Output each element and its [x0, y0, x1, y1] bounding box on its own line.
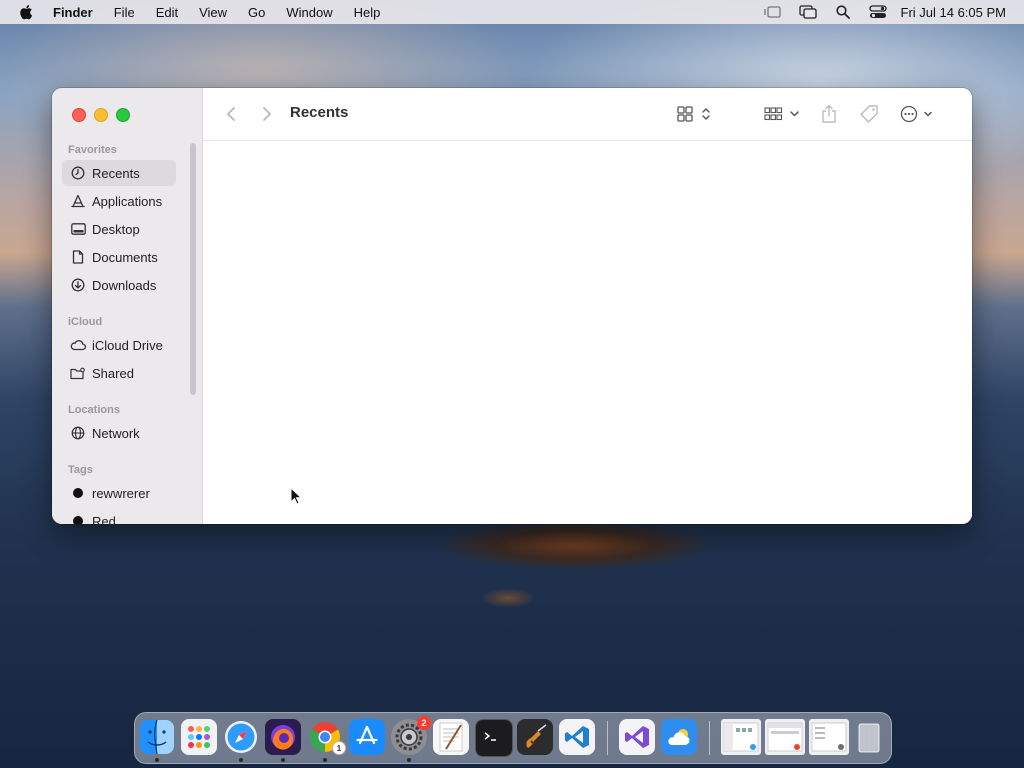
sidebar-item-label: rewwrerer [92, 485, 150, 501]
desktop-icon [70, 221, 86, 237]
sidebar-item-label: iCloud Drive [92, 337, 163, 353]
view-mode-icon[interactable] [675, 103, 715, 125]
document-icon [70, 249, 86, 265]
dock-app-store-icon[interactable] [349, 719, 385, 755]
zoom-window-button[interactable] [116, 108, 130, 122]
dock-visual-studio-icon[interactable] [619, 719, 655, 755]
dock-safari-icon[interactable] [223, 719, 259, 755]
stage-manager-icon[interactable] [763, 4, 782, 20]
finder-content: Recents [203, 88, 972, 524]
sidebar-item-documents[interactable]: Documents [62, 244, 176, 270]
mouse-cursor-icon [290, 486, 303, 510]
close-window-button[interactable] [72, 108, 86, 122]
dock-separator [709, 721, 710, 755]
clock-icon [70, 165, 86, 181]
download-icon [70, 277, 86, 293]
sidebar-item-label: Recents [92, 165, 140, 181]
dock-terminal-icon[interactable] [475, 719, 513, 757]
sidebar-item-applications[interactable]: Applications [62, 188, 176, 214]
system-settings-badge: 2 [417, 716, 431, 730]
finder-sidebar: Favorites Recents Applications Desktop D… [52, 88, 203, 524]
dock-minimized-window-settings[interactable] [809, 719, 849, 755]
menu-help[interactable]: Help [354, 5, 381, 20]
menu-go[interactable]: Go [248, 5, 265, 20]
sidebar-tag-red[interactable]: Red [62, 508, 176, 524]
menu-app-finder[interactable]: Finder [53, 5, 93, 20]
sidebar-item-label: Applications [92, 193, 163, 209]
chrome-window-count: 1 [332, 741, 346, 755]
running-indicator [323, 758, 327, 762]
dock-vscode-icon[interactable] [559, 719, 595, 755]
sidebar-item-label: Red [92, 513, 116, 525]
dock-firefox-icon[interactable] [265, 719, 301, 755]
menu-edit[interactable]: Edit [156, 5, 178, 20]
running-indicator [281, 758, 285, 762]
share-icon[interactable] [819, 103, 839, 125]
sidebar-scrollbar[interactable] [190, 143, 196, 395]
menu-bar: Finder File Edit View Go Window Help Fri… [0, 0, 1024, 24]
finder-toolbar: Recents [203, 88, 972, 141]
menu-window[interactable]: Window [286, 5, 332, 20]
dock-separator [607, 721, 608, 755]
file-list-area[interactable] [203, 141, 972, 524]
tag-color-dot [73, 516, 83, 524]
sidebar-item-label: Desktop [92, 221, 140, 237]
sidebar-section-favorites: Favorites [68, 144, 117, 156]
dock-finder-icon[interactable] [139, 719, 175, 755]
screen-mirroring-icon[interactable] [798, 4, 817, 20]
sidebar-section-tags: Tags [68, 464, 93, 476]
minimize-window-button[interactable] [94, 108, 108, 122]
running-indicator [155, 758, 159, 762]
menubar-clock[interactable]: Fri Jul 14 6:05 PM [901, 5, 1007, 20]
running-indicator [239, 758, 243, 762]
menu-file[interactable]: File [114, 5, 135, 20]
dock-weather-icon[interactable] [661, 719, 697, 755]
dock-minimized-window-chrome[interactable] [765, 719, 805, 755]
sidebar-item-desktop[interactable]: Desktop [62, 216, 176, 242]
control-center-icon[interactable] [868, 4, 887, 20]
sidebar-section-icloud: iCloud [68, 316, 103, 328]
window-controls [72, 108, 138, 122]
spotlight-search-icon[interactable] [834, 4, 852, 20]
tag-color-dot [73, 488, 83, 498]
dock-textedit-icon[interactable] [433, 719, 469, 755]
sidebar-item-downloads[interactable]: Downloads [62, 272, 176, 298]
dock: 1 2 [134, 712, 892, 764]
sidebar-item-recents[interactable]: Recents [62, 160, 176, 186]
sidebar-item-icloud-drive[interactable]: iCloud Drive [62, 332, 176, 358]
forward-icon[interactable] [259, 103, 275, 125]
menu-view[interactable]: View [199, 5, 227, 20]
dock-launchpad-icon[interactable] [181, 719, 217, 755]
sidebar-item-shared[interactable]: Shared [62, 360, 176, 386]
sidebar-item-label: Shared [92, 365, 134, 381]
sidebar-tag-rewwrerer[interactable]: rewwrerer [62, 480, 176, 506]
dock-trash-icon[interactable] [851, 719, 887, 755]
window-title: Recents [290, 104, 349, 121]
applications-icon [70, 193, 86, 209]
sidebar-item-label: Documents [92, 249, 158, 265]
sidebar-item-label: Network [92, 425, 140, 441]
more-actions-icon[interactable] [900, 103, 936, 125]
group-icon[interactable] [763, 103, 803, 125]
back-icon[interactable] [223, 103, 239, 125]
dock-minimized-window-finder[interactable] [721, 719, 761, 755]
running-indicator [407, 758, 411, 762]
tag-icon[interactable] [858, 103, 880, 125]
dock-instruments-icon[interactable] [517, 719, 553, 755]
globe-icon [70, 425, 86, 441]
shared-folder-icon [70, 365, 86, 381]
sidebar-section-locations: Locations [68, 404, 120, 416]
sidebar-item-network[interactable]: Network [62, 420, 176, 446]
finder-window: Favorites Recents Applications Desktop D… [52, 88, 972, 524]
apple-menu-icon[interactable] [19, 4, 35, 20]
cloud-icon [70, 337, 86, 353]
sidebar-item-label: Downloads [92, 277, 157, 293]
